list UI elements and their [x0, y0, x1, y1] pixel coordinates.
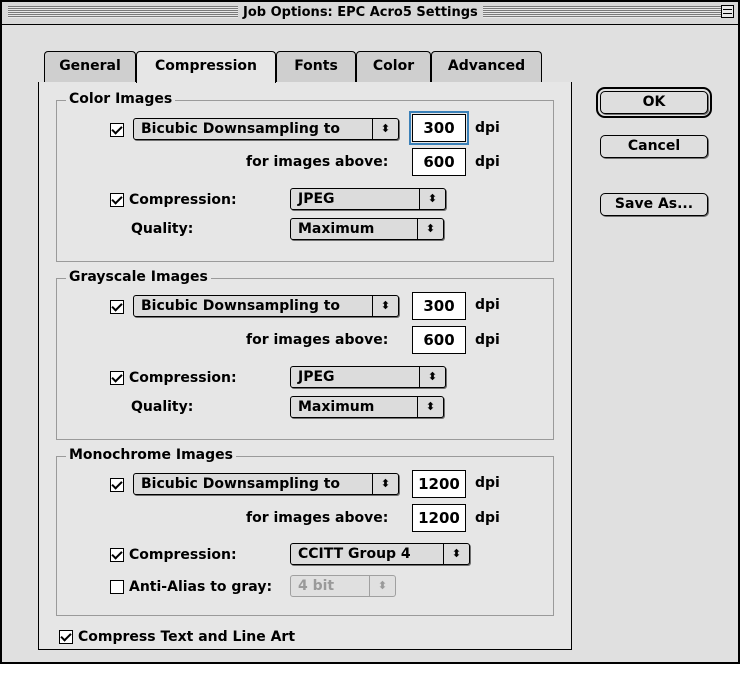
popup-arrow-icon: ⬍ — [443, 544, 469, 564]
monochrome-above-field[interactable]: 1200 — [412, 504, 466, 532]
color-above-field[interactable]: 600 — [412, 148, 466, 176]
grayscale-resolution-field[interactable]: 300 — [412, 292, 466, 320]
monochrome-compression-label: Compression: — [129, 547, 237, 563]
monochrome-antialias-select: 4 bit ⬍ — [290, 575, 396, 597]
grayscale-quality-label: Quality: — [131, 399, 194, 415]
popup-arrow-icon: ⬍ — [372, 296, 398, 316]
grayscale-above-unit: dpi — [475, 332, 500, 348]
monochrome-above-unit: dpi — [475, 510, 500, 526]
tab-fonts[interactable]: Fonts — [276, 51, 356, 82]
window-title: Job Options: EPC Acro5 Settings — [238, 3, 483, 23]
color-downsample-checkbox[interactable] — [110, 123, 124, 137]
cancel-button[interactable]: Cancel — [600, 135, 708, 158]
monochrome-antialias-checkbox[interactable] — [110, 580, 124, 594]
popup-arrow-icon: ⬍ — [372, 474, 398, 494]
grayscale-compression-value: JPEG — [298, 369, 335, 385]
monochrome-antialias-label: Anti-Alias to gray: — [129, 579, 273, 595]
monochrome-compression-select[interactable]: CCITT Group 4 ⬍ — [290, 543, 470, 565]
monochrome-resolution-field[interactable]: 1200 — [412, 470, 466, 498]
tab-color[interactable]: Color — [356, 51, 431, 82]
monochrome-resolution-unit: dpi — [475, 475, 500, 491]
color-images-title: Color Images — [66, 90, 176, 108]
grayscale-downsample-method-select[interactable]: Bicubic Downsampling to ⬍ — [133, 295, 399, 317]
popup-arrow-icon: ⬍ — [417, 219, 443, 239]
monochrome-downsample-checkbox[interactable] — [110, 478, 124, 492]
compress-text-checkbox[interactable] — [59, 630, 73, 644]
monochrome-images-title: Monochrome Images — [66, 446, 236, 464]
grayscale-compression-checkbox[interactable] — [110, 371, 124, 385]
grayscale-quality-value: Maximum — [298, 399, 375, 415]
popup-arrow-icon: ⬍ — [369, 576, 395, 596]
popup-arrow-icon: ⬍ — [372, 119, 398, 139]
ok-button[interactable]: OK — [596, 87, 712, 118]
grayscale-above-field[interactable]: 600 — [412, 326, 466, 354]
grayscale-resolution-unit: dpi — [475, 297, 500, 313]
grayscale-quality-select[interactable]: Maximum ⬍ — [290, 396, 444, 418]
monochrome-above-label: for images above: — [246, 510, 389, 526]
color-compression-value: JPEG — [298, 191, 335, 207]
monochrome-downsample-method-value: Bicubic Downsampling to — [141, 476, 341, 492]
color-quality-label: Quality: — [131, 221, 194, 237]
color-above-label: for images above: — [246, 154, 389, 170]
monochrome-downsample-method-select[interactable]: Bicubic Downsampling to ⬍ — [133, 473, 399, 495]
zoom-box-icon[interactable] — [721, 5, 734, 18]
compress-text-label: Compress Text and Line Art — [78, 629, 296, 645]
grayscale-compression-select[interactable]: JPEG ⬍ — [290, 366, 446, 388]
grayscale-downsample-method-value: Bicubic Downsampling to — [141, 298, 341, 314]
popup-arrow-icon: ⬍ — [419, 367, 445, 387]
color-downsample-method-select[interactable]: Bicubic Downsampling to ⬍ — [133, 118, 399, 140]
color-compression-label: Compression: — [129, 192, 237, 208]
tab-general[interactable]: General — [44, 51, 136, 82]
grayscale-downsample-checkbox[interactable] — [110, 300, 124, 314]
monochrome-compression-value: CCITT Group 4 — [298, 546, 411, 562]
grayscale-compression-label: Compression: — [129, 370, 237, 386]
monochrome-compression-checkbox[interactable] — [110, 548, 124, 562]
color-compression-checkbox[interactable] — [110, 193, 124, 207]
popup-arrow-icon: ⬍ — [419, 189, 445, 209]
color-above-unit: dpi — [475, 154, 500, 170]
monochrome-antialias-value: 4 bit — [298, 578, 335, 594]
grayscale-above-label: for images above: — [246, 332, 389, 348]
color-downsample-method-value: Bicubic Downsampling to — [141, 121, 341, 137]
color-resolution-field[interactable]: 300 — [409, 111, 469, 145]
job-options-window: Job Options: EPC Acro5 Settings General … — [0, 0, 740, 664]
tab-compression[interactable]: Compression — [136, 51, 276, 83]
color-resolution-unit: dpi — [475, 120, 500, 136]
tab-advanced[interactable]: Advanced — [431, 51, 542, 82]
grayscale-images-title: Grayscale Images — [66, 268, 211, 286]
popup-arrow-icon: ⬍ — [417, 397, 443, 417]
color-quality-select[interactable]: Maximum ⬍ — [290, 218, 444, 240]
color-compression-select[interactable]: JPEG ⬍ — [290, 188, 446, 210]
save-as-button[interactable]: Save As... — [600, 193, 708, 216]
color-quality-value: Maximum — [298, 221, 375, 237]
title-bar[interactable]: Job Options: EPC Acro5 Settings — [2, 2, 738, 25]
